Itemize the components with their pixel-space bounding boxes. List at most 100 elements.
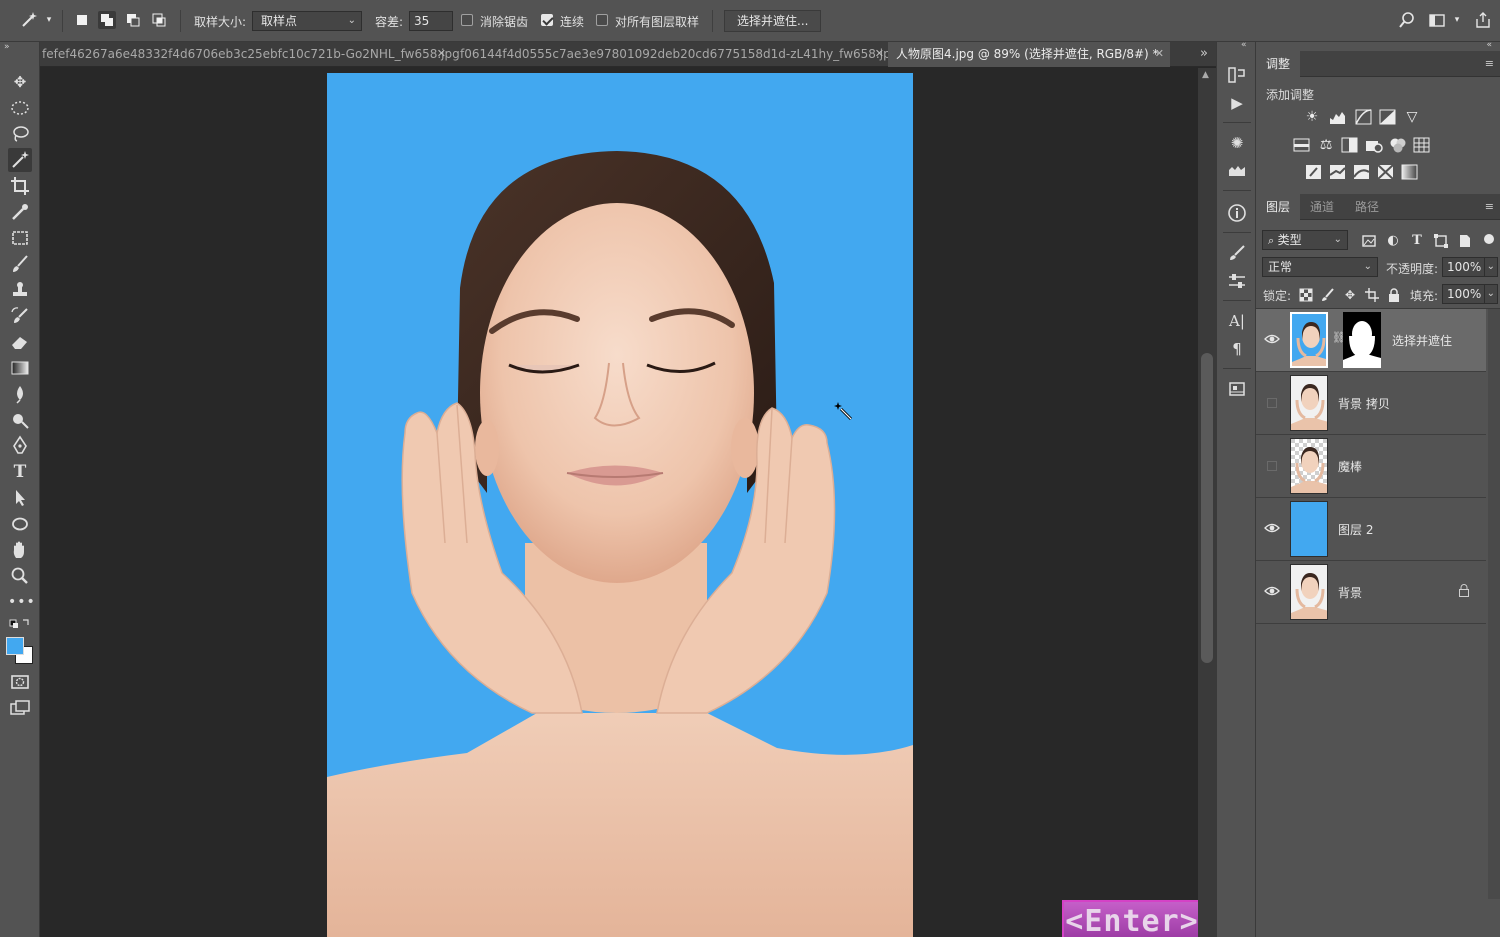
chevron-down-icon[interactable]: ▾ [1448, 11, 1466, 29]
tab-paths[interactable]: 路径 [1345, 194, 1389, 220]
visibility-toggle[interactable] [1267, 461, 1277, 471]
hue-saturation-icon[interactable] [1292, 136, 1312, 154]
collapse-icon[interactable]: « [1241, 40, 1247, 50]
crop-tool-icon[interactable] [8, 174, 32, 198]
blend-mode-select[interactable]: 正常 ⌄ [1262, 257, 1378, 277]
search-icon[interactable] [1398, 11, 1416, 29]
layer-row[interactable]: 魔棒 [1256, 435, 1486, 498]
layer-filter-select[interactable]: ⌕ 类型 ⌄ [1262, 230, 1348, 250]
lock-transparent-pixels-icon[interactable] [1298, 287, 1314, 303]
ellipse-tool-icon[interactable] [8, 512, 32, 536]
new-selection-button[interactable] [73, 11, 91, 29]
layer-row[interactable]: ⛓ 选择并遮住 [1256, 309, 1486, 372]
exposure-icon[interactable] [1378, 108, 1398, 126]
brightness-contrast-icon[interactable]: ☀ [1302, 108, 1322, 126]
screen-mode-icon[interactable] [8, 696, 32, 720]
tab-layers[interactable]: 图层 [1256, 194, 1301, 220]
layer-name[interactable]: 选择并遮住 [1392, 332, 1452, 349]
document-tab[interactable]: f06144f4d0555c7ae3e97801092deb20cd677515… [458, 42, 898, 67]
lock-image-pixels-icon[interactable] [1320, 287, 1336, 303]
vibrance-icon[interactable]: ▽ [1402, 108, 1422, 126]
lock-all-icon[interactable] [1386, 287, 1402, 303]
visibility-toggle[interactable] [1267, 398, 1277, 408]
gradient-tool-icon[interactable] [8, 356, 32, 380]
posterize-icon[interactable] [1328, 163, 1348, 181]
share-icon[interactable] [1474, 11, 1492, 29]
hand-tool-icon[interactable] [8, 538, 32, 562]
select-and-mask-button[interactable]: 选择并遮住... [724, 10, 822, 32]
blur-tool-icon[interactable] [8, 382, 32, 406]
antialias-checkbox[interactable] [461, 14, 473, 26]
sample-size-select[interactable]: 取样点 ⌄ [252, 11, 362, 31]
visibility-eye-icon[interactable] [1264, 520, 1280, 536]
lasso-tool-icon[interactable] [8, 122, 32, 146]
scrollbar-thumb[interactable] [1201, 353, 1213, 663]
marquee-tool-icon[interactable] [8, 96, 32, 120]
document-tab-active[interactable]: 人物原图4.jpg @ 89% (选择并遮住, RGB/8#) * ✕ [888, 42, 1170, 67]
eyedropper-tool-icon[interactable] [8, 200, 32, 224]
layer-row[interactable]: 背景 [1256, 561, 1486, 624]
type-tool-icon[interactable]: T [8, 460, 32, 484]
color-lookup-icon[interactable] [1412, 136, 1432, 154]
sample-all-layers-checkbox[interactable] [596, 14, 608, 26]
filter-type-layers-icon[interactable]: T [1408, 232, 1426, 250]
layer-name[interactable]: 魔棒 [1338, 458, 1362, 475]
lock-position-icon[interactable]: ✥ [1342, 287, 1358, 303]
layer-name[interactable]: 图层 2 [1338, 521, 1373, 538]
photo-filter-icon[interactable] [1364, 136, 1384, 154]
opacity-dropdown[interactable]: ⌄ [1484, 257, 1498, 277]
curves-icon[interactable] [1354, 108, 1374, 126]
brush-tool-icon[interactable] [8, 252, 32, 276]
path-selection-tool-icon[interactable] [8, 486, 32, 510]
tab-channels[interactable]: 通道 [1300, 194, 1344, 220]
history-brush-tool-icon[interactable] [8, 304, 32, 328]
close-icon[interactable]: ✕ [875, 42, 884, 66]
layer-thumbnail[interactable] [1290, 564, 1328, 620]
move-tool-icon[interactable]: ✥ [8, 70, 32, 94]
character-panel-icon[interactable]: A| [1226, 310, 1248, 332]
eraser-tool-icon[interactable] [8, 330, 32, 354]
magic-wand-tool-preset-icon[interactable] [20, 11, 38, 29]
layer-mask-thumbnail[interactable] [1343, 312, 1381, 368]
black-white-icon[interactable] [1340, 136, 1360, 154]
filter-shape-layers-icon[interactable] [1432, 232, 1450, 250]
layer-thumbnail[interactable] [1290, 375, 1328, 431]
layer-name[interactable]: 背景 [1338, 584, 1362, 601]
selective-color-icon[interactable] [1376, 163, 1396, 181]
threshold-icon[interactable] [1352, 163, 1372, 181]
filter-pixel-layers-icon[interactable] [1360, 232, 1378, 250]
close-icon[interactable]: ✕ [437, 42, 446, 66]
glyphs-panel-icon[interactable] [1226, 378, 1248, 400]
chevron-down-icon[interactable]: ▾ [40, 11, 58, 29]
fill-dropdown[interactable]: ⌄ [1484, 284, 1498, 304]
color-balance-icon[interactable]: ⚖ [1316, 136, 1336, 154]
swatches-icon[interactable] [1226, 160, 1248, 182]
layer-row[interactable]: 图层 2 [1256, 498, 1486, 561]
visibility-eye-icon[interactable] [1264, 331, 1280, 347]
tab-adjustments[interactable]: 调整 [1256, 51, 1301, 77]
opacity-input[interactable]: 100% [1442, 257, 1486, 277]
scroll-up-icon[interactable]: ▲ [1202, 70, 1209, 80]
document-tab[interactable]: fefef46267a6e48332f4d6706eb3c25ebfc10c72… [40, 42, 460, 67]
properties-sliders-icon[interactable] [1226, 270, 1248, 292]
brush-settings-icon[interactable] [1226, 242, 1248, 264]
clone-stamp-tool-icon[interactable] [8, 278, 32, 302]
info-icon[interactable] [1226, 202, 1248, 224]
foreground-color-swatch[interactable] [6, 637, 24, 655]
tolerance-input[interactable]: 35 [409, 11, 453, 31]
panel-menu-icon[interactable]: ≡ [1485, 57, 1494, 70]
paragraph-panel-icon[interactable]: ¶ [1226, 338, 1248, 360]
actions-play-icon[interactable]: ▶ [1226, 92, 1248, 114]
collapse-icon[interactable]: « [1486, 40, 1492, 50]
zoom-tool-icon[interactable] [8, 564, 32, 588]
filter-adjustment-layers-icon[interactable]: ◐ [1384, 232, 1402, 250]
workspace-icon[interactable] [1428, 11, 1446, 29]
panel-menu-icon[interactable]: ≡ [1485, 200, 1494, 213]
document-canvas[interactable] [327, 73, 913, 937]
color-wheel-icon[interactable]: ✺ [1226, 132, 1248, 154]
expand-icon[interactable]: » [4, 42, 10, 52]
swap-colors-icon[interactable] [8, 616, 32, 632]
lock-icon[interactable] [1458, 584, 1470, 600]
invert-icon[interactable] [1304, 163, 1324, 181]
layer-name[interactable]: 背景 拷贝 [1338, 395, 1390, 412]
